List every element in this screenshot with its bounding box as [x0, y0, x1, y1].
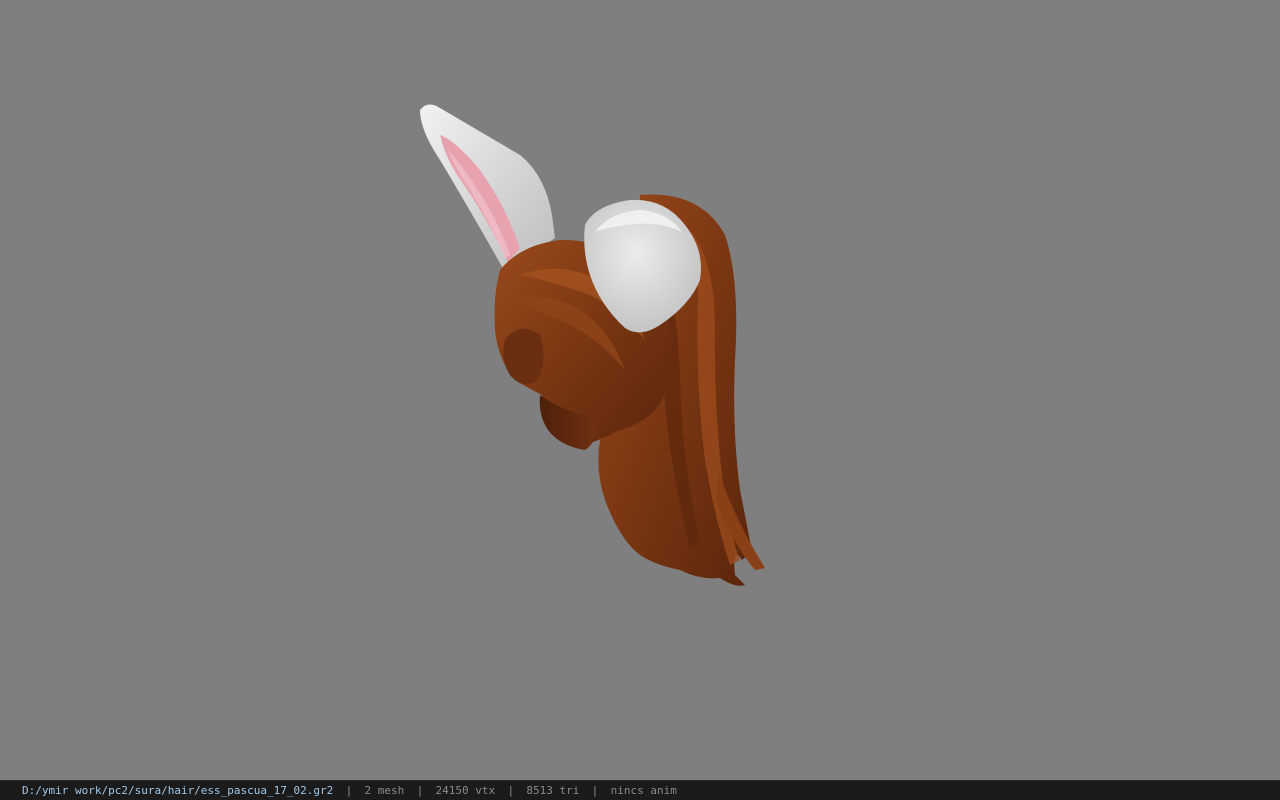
- separator: |: [345, 784, 353, 797]
- separator: |: [416, 784, 424, 797]
- mesh-count: 2 mesh: [364, 784, 405, 797]
- vertex-count: 24150 vtx: [435, 784, 496, 797]
- status-bar: D:/ymir work/pc2/sura/hair/ess_pascua_17…: [0, 780, 1280, 800]
- separator: |: [591, 784, 599, 797]
- hair-model-render[interactable]: [0, 0, 1280, 780]
- triangle-count: 8513 tri: [526, 784, 580, 797]
- separator: |: [507, 784, 515, 797]
- file-path: D:/ymir work/pc2/sura/hair/ess_pascua_17…: [22, 784, 334, 797]
- 3d-viewport[interactable]: [0, 0, 1280, 780]
- anim-status: nincs anim: [610, 784, 677, 797]
